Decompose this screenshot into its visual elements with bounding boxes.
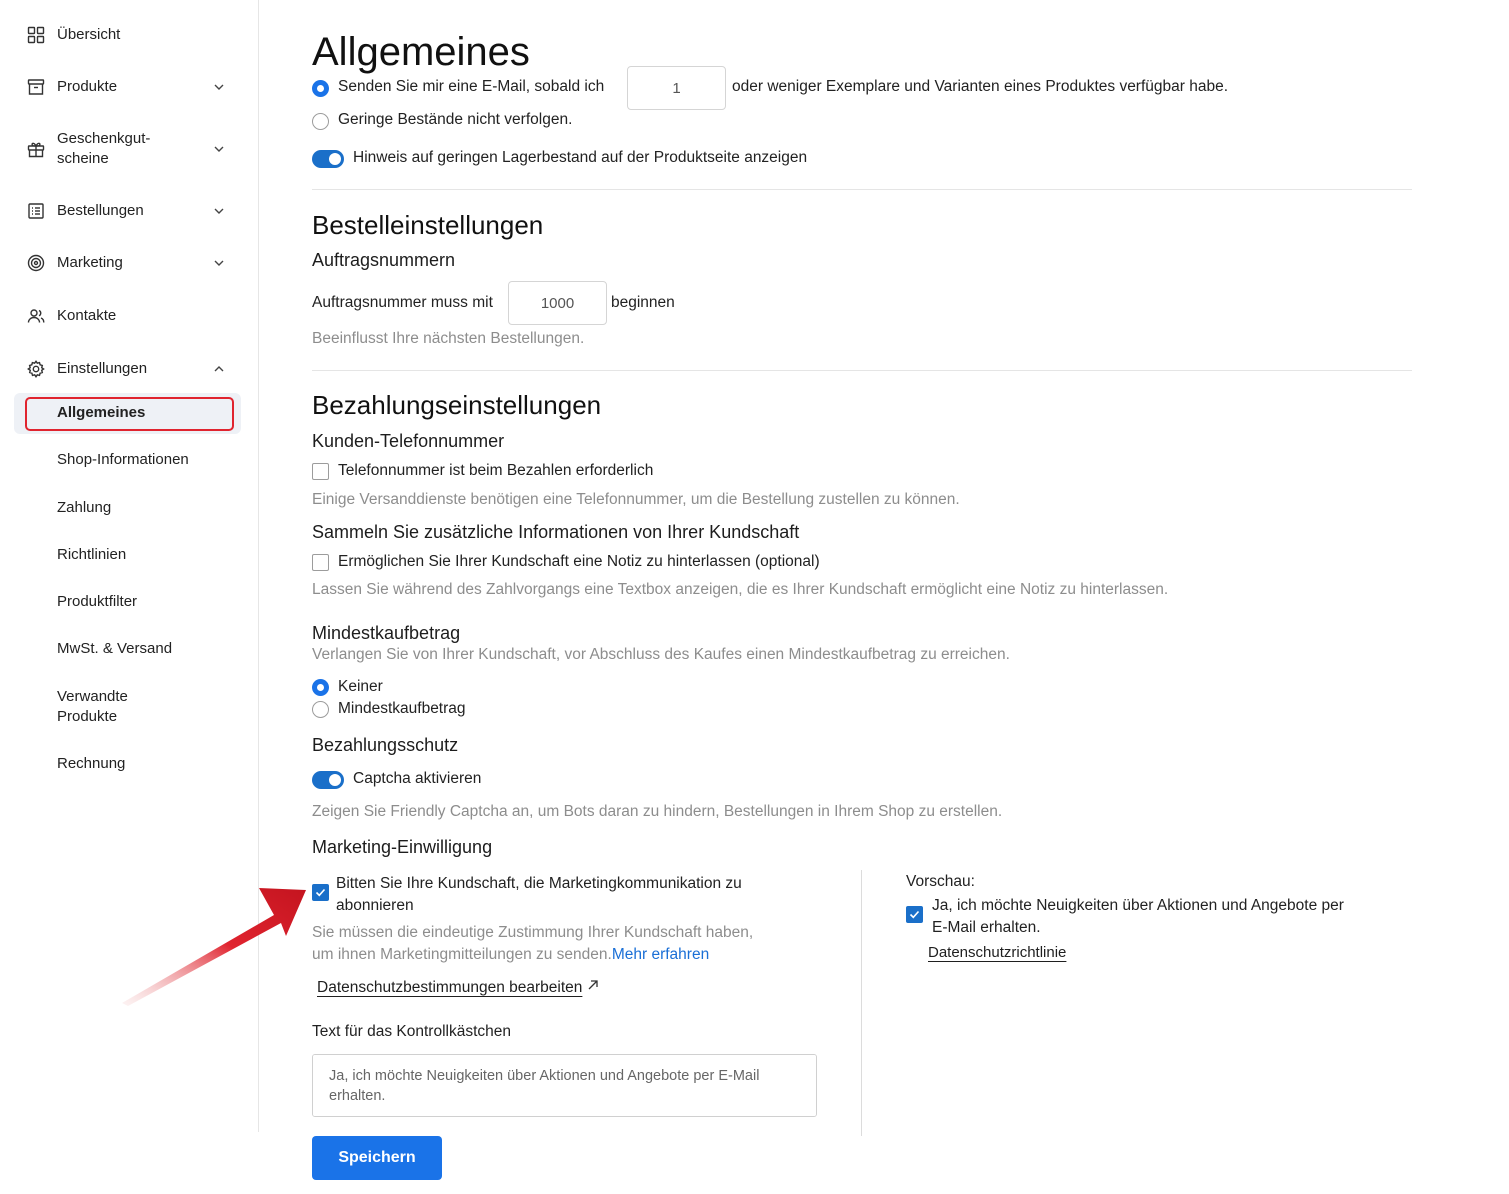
label-line: Verwandte	[57, 688, 128, 705]
sidebar-item-label: Übersicht	[57, 26, 121, 43]
sidebar-item-giftcards[interactable]: Geschenkgut- scheine	[26, 129, 226, 169]
sidebar-subitem-related-products[interactable]: Verwandte Produkte	[57, 687, 128, 727]
privacy-edit-link[interactable]: Datenschutzbestimmungen bearbeiten	[317, 979, 582, 997]
sidebar-item-orders[interactable]: Bestellungen	[26, 201, 226, 221]
save-button[interactable]: Speichern	[312, 1136, 442, 1180]
sidebar-item-settings[interactable]: Einstellungen	[26, 359, 226, 379]
order-numbers-heading: Auftragsnummern	[312, 250, 456, 270]
order-number-hint: Beeinflusst Ihre nächsten Bestellungen.	[312, 330, 585, 347]
captcha-toggle[interactable]	[312, 771, 344, 789]
label-line: abonnieren	[336, 897, 414, 914]
chevron-down-icon	[214, 146, 224, 152]
sidebar-subitem-payment[interactable]: Zahlung	[57, 498, 111, 518]
chevron-down-icon	[214, 260, 224, 266]
sidebar-item-overview[interactable]: Übersicht	[26, 25, 226, 45]
sidebar-subitem-invoice[interactable]: Rechnung	[57, 754, 125, 774]
customer-note-hint: Lassen Sie während des Zahlvorgangs eine…	[312, 581, 1169, 598]
users-icon	[26, 306, 46, 326]
sidebar-item-products[interactable]: Produkte	[26, 77, 226, 97]
sidebar-item-label: Marketing	[57, 254, 123, 271]
radio-low-stock-email-suffix: oder weniger Exemplare und Varianten ein…	[732, 78, 1229, 95]
external-link-icon	[588, 980, 599, 990]
sidebar-subitem-policies[interactable]: Richtlinien	[57, 545, 126, 565]
sidebar-item-marketing[interactable]: Marketing	[26, 253, 226, 273]
annotation-arrow	[122, 888, 306, 1006]
captcha-hint: Zeigen Sie Friendly Captcha an, um Bots …	[312, 803, 1003, 820]
target-icon	[26, 253, 46, 273]
customer-note-checkbox[interactable]	[312, 554, 329, 571]
column-divider	[861, 870, 862, 1136]
box-icon	[26, 77, 46, 97]
checkbox-text-input[interactable]: Ja, ich möchte Neuigkeiten über Aktionen…	[312, 1054, 817, 1117]
phone-required-checkbox[interactable]	[312, 463, 329, 480]
chevron-down-icon	[214, 84, 224, 90]
list-icon	[26, 201, 46, 221]
radio-no-tracking[interactable]	[312, 113, 329, 130]
customer-note-label: Ermöglichen Sie Ihrer Kundschaft eine No…	[338, 553, 820, 570]
marketing-consent-heading: Marketing-Einwilligung	[312, 837, 493, 857]
preview-label: Vorschau:	[906, 873, 975, 890]
phone-hint: Einige Versanddienste benötigen eine Tel…	[312, 491, 960, 508]
learn-more-link[interactable]: Mehr erfahren	[612, 946, 709, 963]
radio-minimum-none[interactable]	[312, 679, 329, 696]
label-line: E-Mail erhalten.	[932, 919, 1041, 936]
minimum-amount-hint: Verlangen Sie von Ihrer Kundschaft, vor …	[312, 646, 1010, 663]
label-line: Produkte	[57, 708, 118, 725]
divider	[312, 189, 1412, 190]
low-stock-notice-toggle[interactable]	[312, 150, 344, 168]
low-stock-notice-label: Hinweis auf geringen Lagerbestand auf de…	[353, 149, 808, 166]
radio-no-tracking-label: Geringe Bestände nicht verfolgen.	[338, 111, 573, 128]
preview-consent-text: Ja, ich möchte Neuigkeiten über Aktionen…	[932, 895, 1344, 939]
sidebar-item-label: Einstellungen	[57, 360, 148, 377]
preview-checkbox	[906, 906, 923, 923]
marketing-consent-hint: Sie müssen die eindeutige Zustimmung Ihr…	[312, 922, 753, 966]
sidebar-subitem-tax-shipping[interactable]: MwSt. & Versand	[57, 639, 172, 659]
checkbox-text-label: Text für das Kontrollkästchen	[312, 1023, 512, 1040]
sidebar-item-label: Geschenkgut- scheine	[57, 129, 150, 169]
marketing-consent-label: Bitten Sie Ihre Kundschaft, die Marketin…	[336, 873, 742, 917]
sidebar-subitem-general[interactable]: Allgemeines	[57, 403, 145, 423]
radio-minimum-none-label: Keiner	[338, 678, 383, 695]
sidebar-item-label: Bestellungen	[57, 202, 144, 219]
preview-privacy-link[interactable]: Datenschutzrichtlinie	[928, 944, 1066, 961]
label-line: Ja, ich möchte Neuigkeiten über Aktionen…	[932, 897, 1344, 914]
hint-line: Sie müssen die eindeutige Zustimmung Ihr…	[312, 924, 754, 941]
checkmark-icon	[315, 888, 326, 897]
radio-minimum-amount[interactable]	[312, 701, 329, 718]
chevron-down-icon	[214, 208, 224, 214]
radio-minimum-amount-label: Mindestkaufbetrag	[338, 700, 466, 717]
order-number-prefix: Auftragsnummer muss mit	[312, 294, 493, 311]
captcha-label: Captcha aktivieren	[353, 770, 482, 787]
minimum-amount-heading: Mindestkaufbetrag	[312, 623, 461, 643]
phone-required-label: Telefonnummer ist beim Bezahlen erforder…	[338, 462, 654, 479]
label-line: scheine	[57, 150, 109, 167]
order-number-start-input[interactable]: 1000	[508, 281, 607, 325]
grid-icon	[26, 25, 46, 45]
order-number-suffix: beginnen	[611, 294, 675, 311]
customer-phone-heading: Kunden-Telefonnummer	[312, 431, 505, 451]
divider	[312, 370, 1412, 371]
gear-icon	[26, 359, 46, 379]
payment-protection-heading: Bezahlungsschutz	[312, 735, 459, 755]
radio-low-stock-email[interactable]	[312, 80, 329, 97]
radio-low-stock-email-label: Senden Sie mir eine E-Mail, sobald ich	[338, 78, 605, 95]
marketing-consent-checkbox[interactable]	[312, 884, 329, 901]
gift-icon	[26, 139, 46, 159]
sidebar-item-label: Kontakte	[57, 307, 117, 324]
label-line: Bitten Sie Ihre Kundschaft, die Marketin…	[336, 875, 742, 892]
sidebar-subitem-shop-info[interactable]: Shop-Informationen	[57, 450, 189, 470]
payment-settings-heading: Bezahlungseinstellungen	[312, 390, 602, 420]
privacy-edit-row: Datenschutzbestimmungen bearbeiten	[317, 979, 600, 997]
checkmark-icon	[909, 910, 920, 919]
sidebar-subitem-product-filter[interactable]: Produktfilter	[57, 592, 137, 612]
sidebar-item-label: Produkte	[57, 78, 118, 95]
extra-info-heading: Sammeln Sie zusätzliche Informationen vo…	[312, 522, 800, 542]
low-stock-threshold-input[interactable]: 1	[627, 66, 726, 110]
label-line: Geschenkgut-	[57, 130, 151, 147]
page-title: Allgemeines	[312, 30, 530, 74]
chevron-up-icon	[214, 366, 224, 372]
hint-line: um ihnen Marketingmitteilungen zu senden…	[312, 946, 612, 963]
order-settings-heading: Bestelleinstellungen	[312, 210, 544, 240]
sidebar-item-contacts[interactable]: Kontakte	[26, 306, 226, 326]
